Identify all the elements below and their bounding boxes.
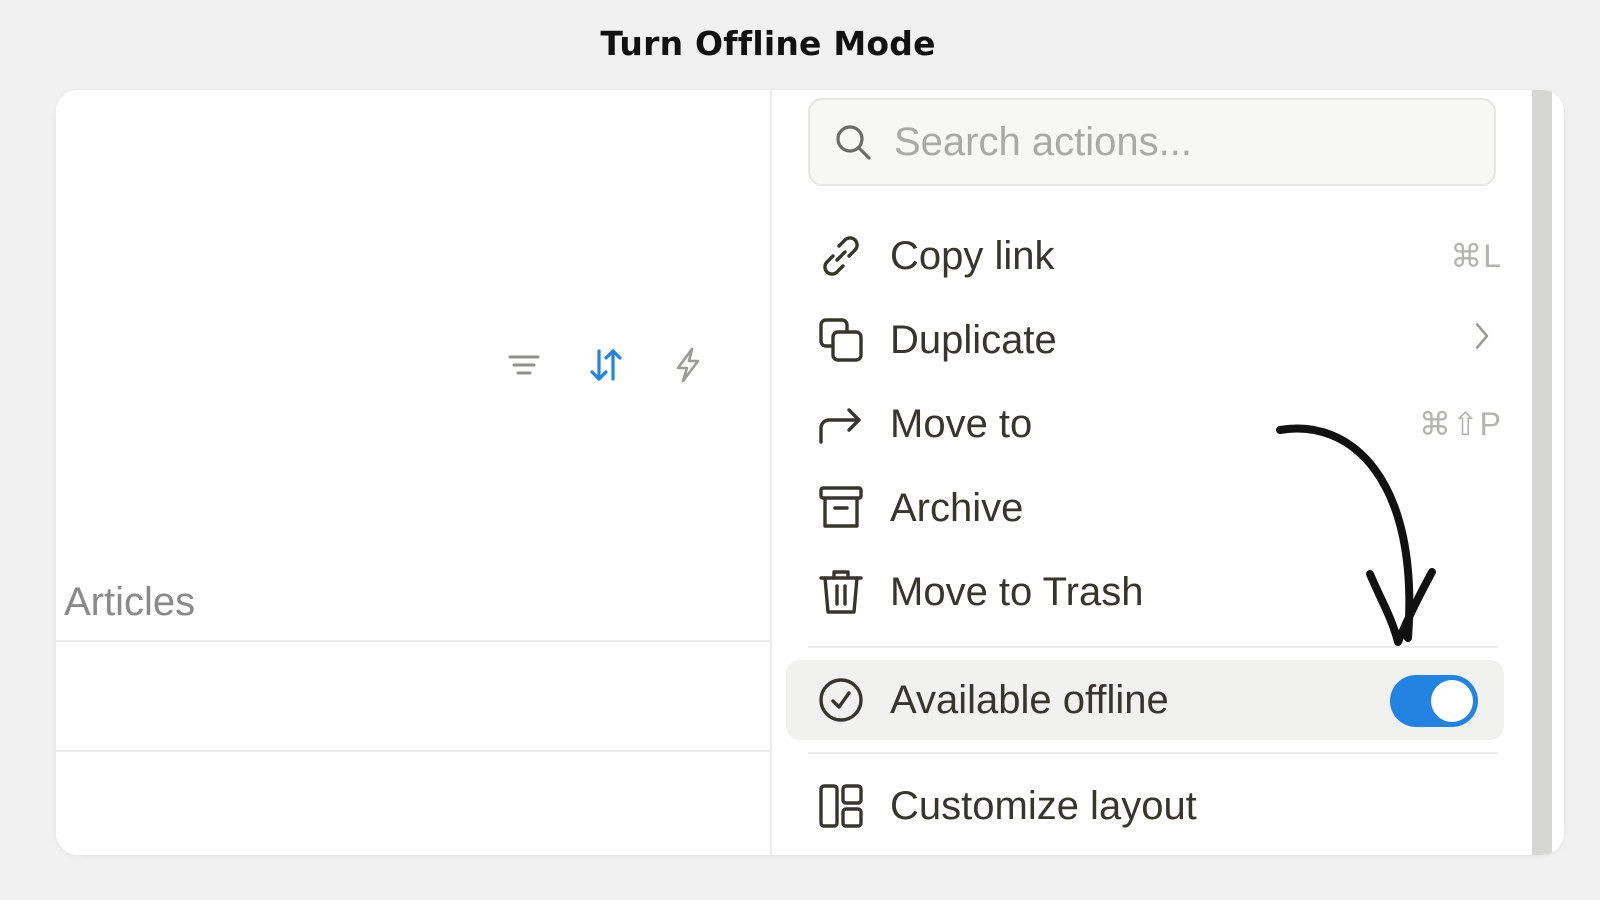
shortcut-label: ⌘⇧P xyxy=(1418,406,1502,442)
menu-scrollbar[interactable] xyxy=(1532,90,1552,855)
check-circle-icon xyxy=(814,673,868,727)
table-divider xyxy=(56,750,770,752)
menu-item-copy-link[interactable]: Copy link ⌘L xyxy=(802,216,1502,296)
menu-item-label: Available offline xyxy=(890,677,1169,722)
page-actions-menu: Copy link ⌘L Duplicate xyxy=(770,90,1560,855)
menu-item-label: Duplicate xyxy=(890,317,1057,362)
table-divider xyxy=(56,640,770,642)
page-title: Turn Offline Mode xyxy=(600,24,936,63)
search-icon xyxy=(836,125,871,160)
menu-item-label: Customize layout xyxy=(890,783,1197,828)
toggle-knob xyxy=(1431,680,1473,722)
archive-icon xyxy=(814,481,868,535)
offline-toggle[interactable] xyxy=(1390,675,1478,727)
move-to-icon xyxy=(814,397,868,451)
trash-icon xyxy=(814,565,868,619)
sort-icon[interactable] xyxy=(584,343,628,387)
menu-divider xyxy=(808,752,1498,754)
menu-item-archive[interactable]: Archive xyxy=(802,468,1502,548)
lightning-icon[interactable] xyxy=(666,343,710,387)
shortcut-label: ⌘L xyxy=(1450,238,1502,274)
menu-divider xyxy=(808,646,1498,648)
search-input[interactable] xyxy=(894,119,1474,165)
app-screenshot: ⋮ Articles Copy link ⌘L xyxy=(56,90,1564,855)
duplicate-icon xyxy=(814,313,868,367)
menu-item-available-offline[interactable]: Available offline xyxy=(786,660,1504,740)
menu-item-label: Copy link xyxy=(890,233,1055,278)
filter-icon[interactable] xyxy=(502,343,546,387)
layout-icon xyxy=(814,779,868,833)
link-icon xyxy=(814,229,868,283)
menu-item-label: Move to Trash xyxy=(890,569,1144,614)
menu-item-label: Archive xyxy=(890,485,1024,530)
search-box[interactable] xyxy=(808,98,1496,186)
chevron-right-icon xyxy=(1472,319,1492,361)
menu-item-duplicate[interactable]: Duplicate xyxy=(802,300,1502,380)
menu-item-customize-layout[interactable]: Customize layout xyxy=(802,766,1502,846)
window-edge xyxy=(1552,90,1564,855)
menu-item-trash[interactable]: Move to Trash xyxy=(802,552,1502,632)
menu-item-label: Move to xyxy=(890,401,1033,446)
menu-item-move-to[interactable]: Move to ⌘⇧P xyxy=(802,384,1502,464)
section-label: Articles xyxy=(64,580,196,624)
database-view: ⋮ Articles xyxy=(56,90,788,855)
